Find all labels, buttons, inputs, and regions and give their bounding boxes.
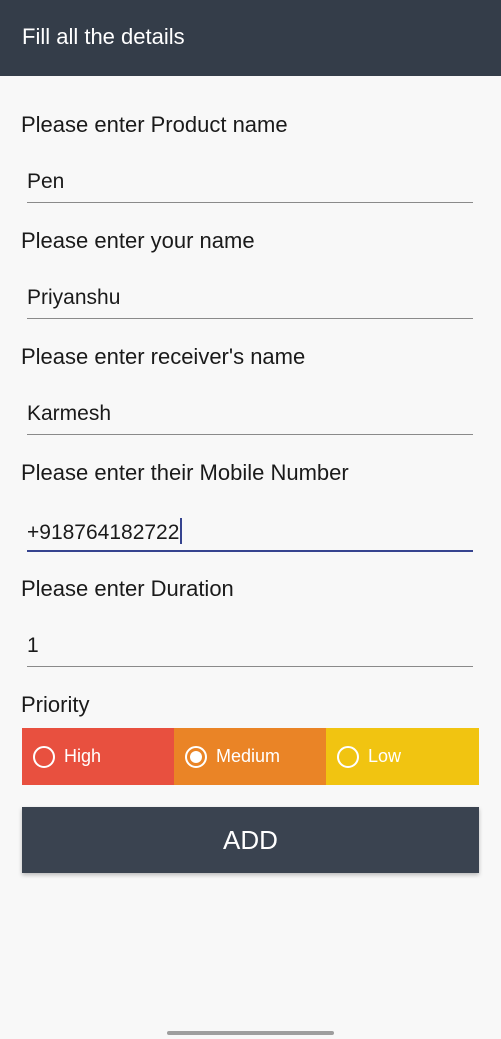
priority-label: Priority — [21, 692, 90, 717]
your-name-label: Please enter your name — [21, 228, 255, 253]
radio-checked-icon — [185, 745, 207, 768]
your-name-input[interactable]: Priyanshu — [27, 278, 473, 319]
mobile-number-value-wrap: +918764182722 — [27, 518, 183, 545]
product-name-value: Pen — [27, 170, 65, 193]
mobile-number-label: Please enter their Mobile Number — [21, 460, 349, 485]
priority-option-medium[interactable]: Medium — [174, 728, 326, 785]
priority-option-label: Low — [368, 746, 402, 766]
priority-option-high[interactable]: High — [22, 728, 174, 785]
gesture-nav-handle[interactable] — [167, 1031, 334, 1035]
add-button[interactable]: ADD — [22, 807, 479, 873]
app-title: Fill all the details — [22, 24, 185, 49]
priority-option-low[interactable]: Low — [326, 728, 479, 785]
receiver-name-value: Karmesh — [27, 402, 112, 425]
duration-value: 1 — [27, 634, 39, 657]
mobile-number-input[interactable]: +918764182722 — [27, 510, 473, 552]
receiver-name-label: Please enter receiver's name — [21, 344, 306, 369]
receiver-name-input[interactable]: Karmesh — [27, 394, 473, 435]
product-name-input[interactable]: Pen — [27, 162, 473, 203]
priority-option-label: Medium — [216, 746, 281, 766]
text-cursor — [180, 518, 183, 544]
radio-unchecked-icon — [33, 745, 55, 768]
duration-input[interactable]: 1 — [27, 626, 473, 667]
priority-option-label: High — [64, 746, 102, 766]
your-name-value: Priyanshu — [27, 286, 121, 309]
product-name-label: Please enter Product name — [21, 112, 288, 137]
radio-unchecked-icon — [337, 745, 359, 768]
app-bar: Fill all the details — [0, 0, 501, 76]
duration-label: Please enter Duration — [21, 576, 234, 601]
priority-radio-group: High Medium Low — [22, 728, 479, 785]
mobile-number-value: +918764182722 — [27, 521, 180, 544]
